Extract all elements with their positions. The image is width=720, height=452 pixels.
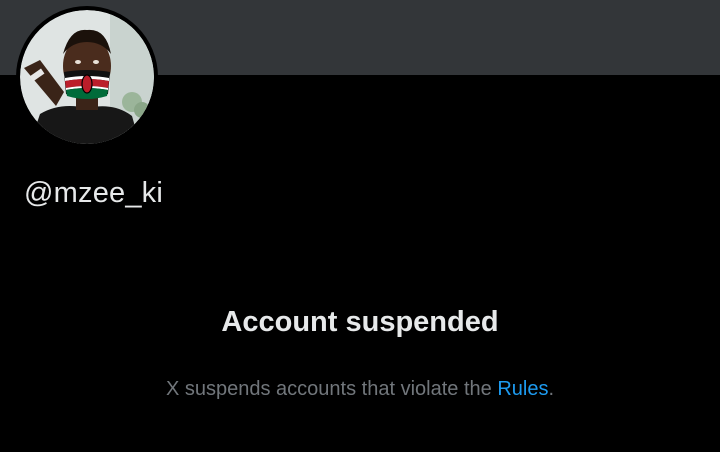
suspended-message-period: . xyxy=(548,378,555,400)
profile-handle: @mzee_ki xyxy=(24,177,164,209)
suspended-message-text: X suspends accounts that violate the xyxy=(165,378,498,400)
suspended-title: Account suspended xyxy=(221,306,499,338)
suspended-message: X suspends accounts that violate the Rul… xyxy=(0,378,720,401)
avatar-photo xyxy=(20,10,154,144)
avatar[interactable] xyxy=(16,6,158,148)
profile-page: @mzee_ki Account suspended X suspends ac… xyxy=(0,0,720,452)
rules-link[interactable]: Rules xyxy=(497,378,548,400)
